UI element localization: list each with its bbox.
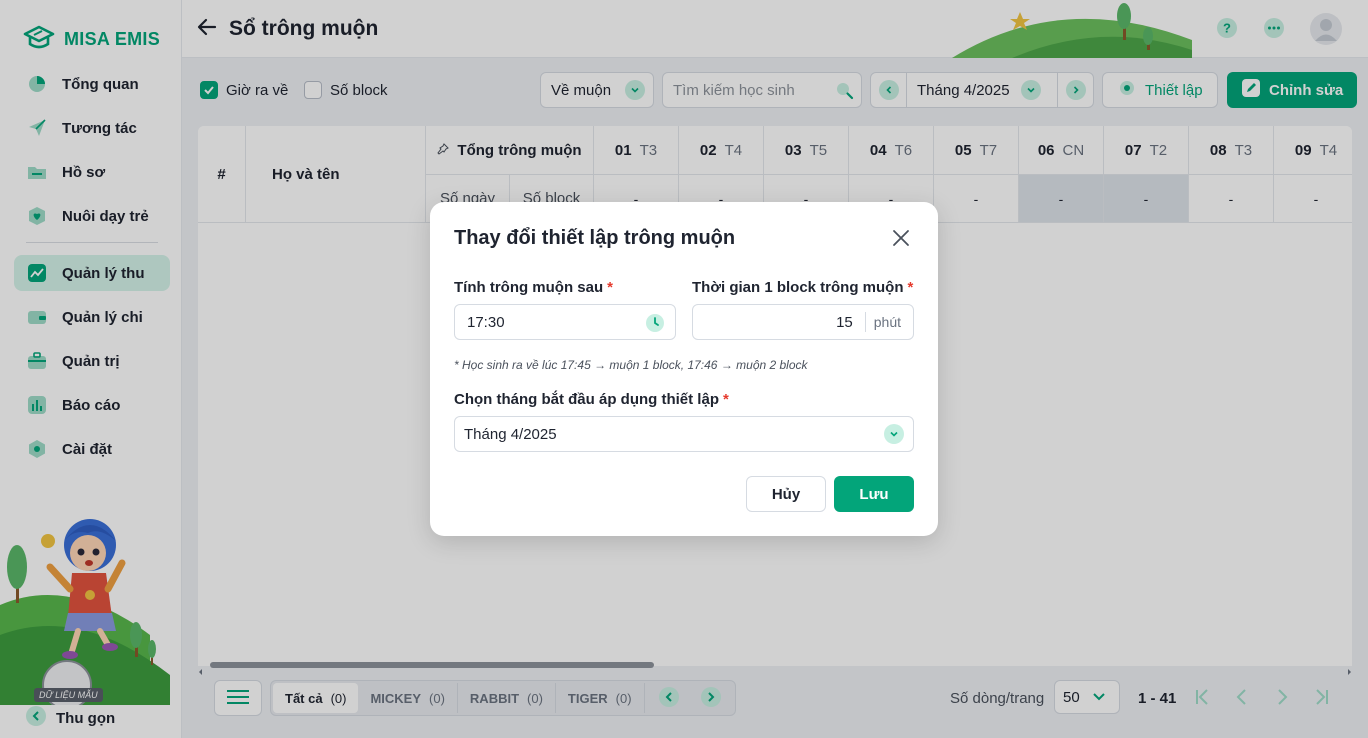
late-pickup-settings-dialog: Thay đổi thiết lập trông muộn Tính trông…	[430, 202, 938, 536]
save-button[interactable]: Lưu	[834, 476, 914, 512]
chevron-down-icon	[884, 424, 904, 444]
block-time-value: 15	[836, 313, 853, 331]
dialog-title: Thay đổi thiết lập trông muộn	[454, 227, 736, 249]
block-time-label: Thời gian 1 block trông muộn *	[692, 279, 913, 296]
required-mark: *	[907, 279, 914, 296]
block-time-input[interactable]: 15 phút	[692, 304, 914, 340]
late-after-label-text: Tính trông muộn sau	[454, 279, 604, 296]
block-time-label-text: Thời gian 1 block trông muộn	[692, 279, 904, 296]
start-month-value: Tháng 4/2025	[464, 425, 557, 443]
start-month-select[interactable]: Tháng 4/2025	[454, 416, 914, 452]
late-after-label: Tính trông muộn sau *	[454, 279, 613, 296]
required-mark: *	[607, 279, 613, 296]
block-time-unit: phút	[873, 314, 901, 330]
required-mark: *	[722, 391, 729, 408]
start-month-label: Chọn tháng bắt đầu áp dụng thiết lập *	[454, 391, 729, 408]
cancel-button[interactable]: Hủy	[746, 476, 826, 512]
late-after-time-input[interactable]: 17:30	[454, 304, 676, 340]
close-icon[interactable]	[892, 229, 910, 247]
clock-icon[interactable]	[645, 313, 665, 337]
block-hint-text: * Học sinh ra về lúc 17:45 → muộn 1 bloc…	[454, 358, 808, 372]
late-after-time-value: 17:30	[467, 313, 505, 331]
start-month-label-text: Chọn tháng bắt đầu áp dụng thiết lập	[454, 391, 719, 408]
